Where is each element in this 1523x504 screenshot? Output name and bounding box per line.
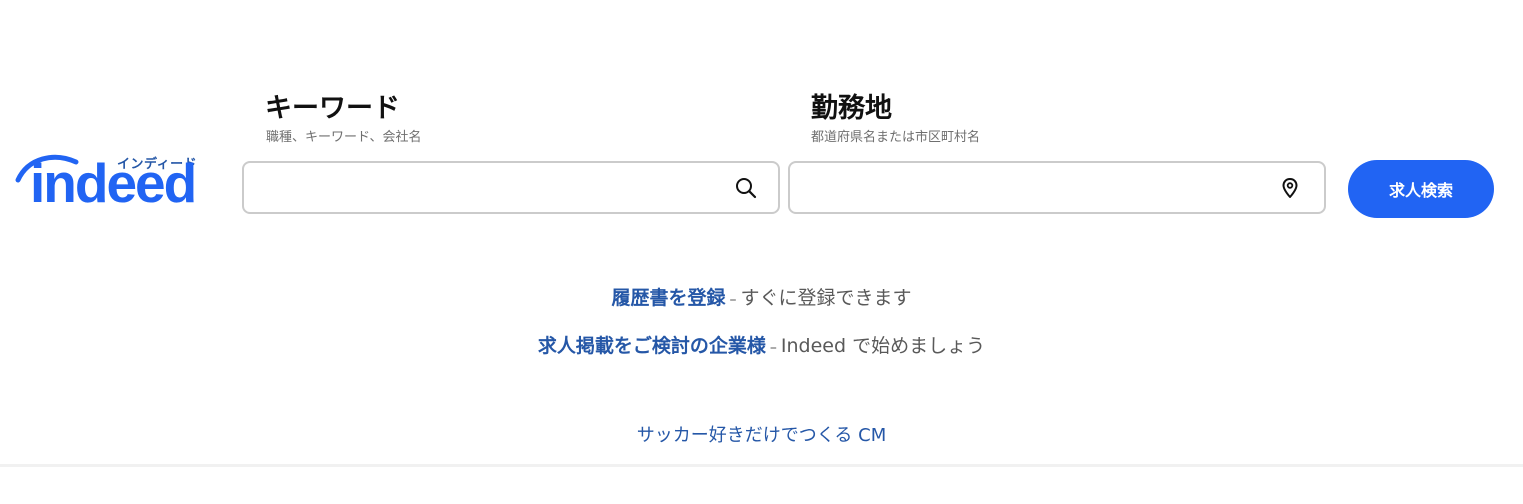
promo-dash: – bbox=[769, 340, 777, 356]
search-icon bbox=[736, 178, 757, 199]
map-pin-icon bbox=[1282, 178, 1298, 198]
indeed-logo[interactable]: インディード indeed bbox=[14, 150, 219, 214]
location-field[interactable] bbox=[788, 161, 1326, 214]
divider bbox=[0, 464, 1523, 467]
upload-resume-link[interactable]: 履歴書を登録 bbox=[611, 287, 725, 309]
location-label: 勤務地 bbox=[811, 93, 892, 124]
cm-link[interactable]: サッカー好きだけでつくる CM bbox=[0, 421, 1523, 447]
homepage: インディード indeed キーワード 職種、キーワード、会社名 勤務地 都道府… bbox=[0, 0, 1523, 504]
resume-promo: 履歴書を登録 – すぐに登録できます bbox=[0, 283, 1523, 310]
logo-wordmark: indeed bbox=[30, 152, 197, 214]
location-input[interactable] bbox=[802, 163, 1280, 214]
keyword-input[interactable] bbox=[256, 163, 734, 214]
keyword-label: キーワード bbox=[265, 93, 400, 124]
employer-promo: 求人掲載をご検討の企業様 – Indeed で始めましょう bbox=[0, 331, 1523, 358]
location-sublabel: 都道府県名または市区町村名 bbox=[811, 130, 981, 145]
employer-link[interactable]: 求人掲載をご検討の企業様 bbox=[538, 335, 766, 357]
find-jobs-button[interactable]: 求人検索 bbox=[1348, 160, 1494, 218]
resume-promo-text: すぐに登録できます bbox=[740, 287, 912, 309]
employer-promo-text: Indeed で始めましょう bbox=[780, 335, 986, 357]
keyword-sublabel: 職種、キーワード、会社名 bbox=[266, 130, 422, 145]
promo-dash: – bbox=[729, 292, 737, 308]
keyword-field[interactable] bbox=[242, 161, 780, 214]
